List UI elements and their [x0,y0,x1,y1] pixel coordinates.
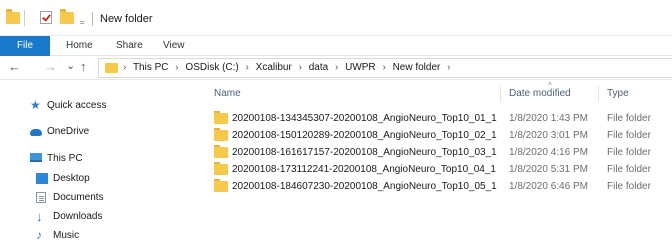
table-row[interactable]: 20200108-134345307-20200108_AngioNeuro_T… [212,110,672,127]
ribbon-tabs: File Home Share View [0,36,672,56]
recent-locations-chevron-icon[interactable]: ⌄ [66,59,75,73]
new-folder-icon[interactable] [60,9,74,24]
download-icon: ↓ [36,209,43,224]
folder-icon [214,179,228,192]
folder-icon [105,63,118,73]
up-arrow-icon[interactable]: ↑ [80,60,87,74]
window-title: New folder [100,13,153,25]
file-type: File folder [607,181,651,192]
tab-share[interactable]: Share [116,36,143,56]
breadcrumb-separator-icon[interactable]: › [382,62,385,73]
table-row[interactable]: 20200108-161617157-20200108_AngioNeuro_T… [212,144,672,161]
breadcrumb-separator-icon[interactable]: › [175,62,178,73]
tab-home[interactable]: Home [66,36,93,56]
file-list: ^ Name Date modified Type 20200108-13434… [200,80,672,244]
folder-icon [214,145,228,158]
sidebar-item-label: Music [53,230,80,241]
navigation-pane: ★ Quick access OneDrive This PC Desktop … [0,80,200,244]
table-row[interactable]: 20200108-150120289-20200108_AngioNeuro_T… [212,127,672,144]
column-header-type[interactable]: Type [607,88,629,99]
forward-arrow-icon[interactable]: → [44,60,57,74]
breadcrumb-data[interactable]: data [309,62,328,73]
breadcrumb-this-pc[interactable]: This PC [133,62,169,73]
breadcrumb-uwpr[interactable]: UWPR [345,62,376,73]
sidebar-item-label: Documents [53,192,104,203]
tab-view[interactable]: View [163,36,185,56]
date-modified: 1/8/2020 4:16 PM [509,147,588,158]
date-modified: 1/8/2020 6:46 PM [509,181,588,192]
toolbar-divider [24,10,25,26]
date-modified: 1/8/2020 5:31 PM [509,164,588,175]
cloud-icon [30,129,42,136]
file-type: File folder [607,113,651,124]
star-icon: ★ [30,98,41,112]
breadcrumb-separator-icon[interactable]: › [299,62,302,73]
folder-icon [214,111,228,124]
tab-file[interactable]: File [0,36,50,56]
music-icon: ♪ [36,228,42,242]
back-arrow-icon[interactable]: ← [8,60,21,74]
properties-icon[interactable] [40,11,52,24]
column-divider[interactable] [500,86,501,102]
folder-icon [6,9,20,24]
sidebar-item-label: This PC [47,153,83,164]
breadcrumb-new-folder[interactable]: New folder [393,62,441,73]
breadcrumb-separator-icon[interactable]: › [335,62,338,73]
file-name: 20200108-184607230-20200108_AngioNeuro_T… [232,181,497,192]
file-type: File folder [607,147,651,158]
folder-icon [214,128,228,141]
column-header-date-modified[interactable]: Date modified [509,88,571,99]
breadcrumb-xcalibur[interactable]: Xcalibur [256,62,292,73]
table-row[interactable]: 20200108-184607230-20200108_AngioNeuro_T… [212,178,672,195]
file-type: File folder [607,130,651,141]
sidebar-item-label: Quick access [47,100,107,111]
date-modified: 1/8/2020 3:01 PM [509,130,588,141]
title-divider [92,12,93,26]
file-name: 20200108-150120289-20200108_AngioNeuro_T… [232,130,497,141]
folder-icon [214,162,228,175]
column-header-name[interactable]: Name [214,88,241,99]
file-name: 20200108-134345307-20200108_AngioNeuro_T… [232,113,497,124]
title-bar: = New folder [0,0,672,36]
breadcrumb-root-chevron-icon[interactable]: › [123,62,126,73]
breadcrumb-osdisk[interactable]: OSDisk (C:) [185,62,238,73]
file-name: 20200108-173112241-20200108_AngioNeuro_T… [232,164,496,175]
file-name: 20200108-161617157-20200108_AngioNeuro_T… [232,147,497,158]
sidebar-item-label: Downloads [53,211,103,222]
documents-icon [36,192,46,203]
address-field[interactable]: › This PC › OSDisk (C:) › Xcalibur › dat… [98,58,672,78]
breadcrumb-separator-icon[interactable]: › [447,62,450,73]
table-row[interactable]: 20200108-173112241-20200108_AngioNeuro_T… [212,161,672,178]
date-modified: 1/8/2020 1:43 PM [509,113,588,124]
breadcrumb: › This PC › OSDisk (C:) › Xcalibur › dat… [123,62,455,73]
file-type: File folder [607,164,651,175]
sidebar-item-label: OneDrive [47,126,90,137]
desktop-icon [36,173,48,184]
column-divider[interactable] [598,86,599,102]
address-bar: ← → ⌄ ↑ › This PC › OSDisk (C:) › Xcalib… [0,56,672,80]
sidebar-item-label: Desktop [53,173,90,184]
quick-access-dropdown-icon[interactable]: = [80,18,85,27]
breadcrumb-separator-icon[interactable]: › [246,62,249,73]
computer-icon [30,153,42,162]
